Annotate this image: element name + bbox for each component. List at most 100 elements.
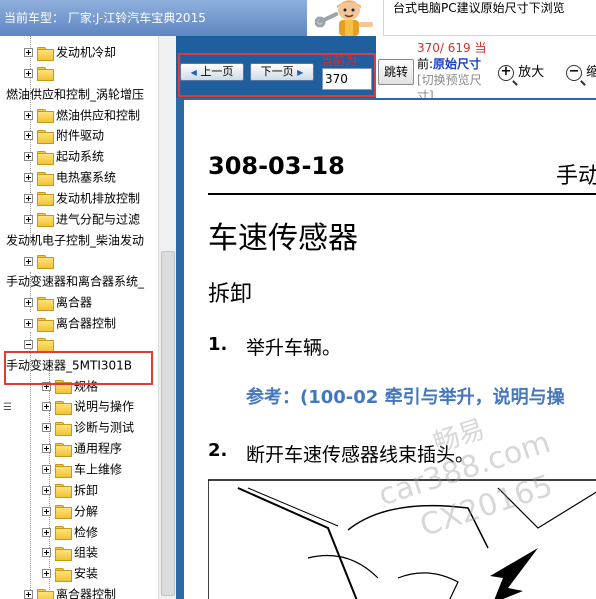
tree-item[interactable]: 离合器控制	[24, 313, 116, 333]
tree-item[interactable]: 手动变速器和离合器系统_	[6, 271, 144, 291]
step-2-text: 断开车速传感器线束插头。	[246, 444, 475, 466]
folder-icon	[37, 296, 54, 311]
folder-icon	[37, 255, 54, 269]
expand-icon[interactable]	[42, 465, 51, 474]
tree-item[interactable]: 离合器	[24, 292, 92, 312]
view-mode-prefix: 前:	[417, 57, 434, 71]
tree-item[interactable]: 通用程序	[42, 438, 122, 458]
tree-item-label: 车上维修	[74, 462, 123, 477]
tree-item[interactable]: 进气分配与过滤	[24, 209, 140, 229]
expand-icon[interactable]	[24, 214, 33, 224]
zoom-in-label: 放大	[518, 65, 545, 80]
tree-item[interactable]: 诊断与测试	[42, 417, 134, 437]
tree-item-label: 分解	[74, 504, 99, 519]
tree-item[interactable]: 电热塞系统	[24, 167, 116, 187]
tree-item[interactable]: 燃油供应和控制	[24, 105, 140, 125]
expand-icon[interactable]	[24, 298, 33, 308]
folder-icon	[37, 67, 54, 82]
expand-icon[interactable]	[42, 527, 51, 537]
expand-icon[interactable]	[24, 110, 33, 120]
tree-item[interactable]: 附件驱动	[24, 125, 104, 145]
expand-icon[interactable]	[42, 402, 51, 412]
tree-item[interactable]: 起动系统	[24, 146, 104, 166]
tree-item[interactable]: 燃油供应和控制_涡轮增压	[6, 84, 144, 104]
tree-item-label: 检修	[74, 525, 99, 540]
reference-text: 参考：(100-02 牵引与举升，说明与操	[246, 387, 565, 408]
top-banner: 台式电脑PC建议原始尺寸下浏览	[307, 0, 596, 36]
expand-icon[interactable]	[42, 444, 51, 454]
folder-icon	[55, 400, 72, 415]
header-rule	[208, 193, 596, 195]
tree-item[interactable]: 拆卸	[42, 480, 98, 500]
folder-icon	[55, 421, 72, 436]
tree-item[interactable]: 离合器控制	[24, 584, 116, 599]
folder-icon	[55, 526, 72, 541]
tree-item[interactable]: 车上维修	[42, 459, 122, 479]
tree-item-label: 附件驱动	[56, 128, 105, 143]
tree-item-label: 手动变速器和离合器系统_	[6, 274, 145, 289]
folder-icon	[55, 505, 72, 520]
tree-item-label: 发动机冷却	[56, 45, 117, 60]
folder-icon	[37, 46, 54, 61]
tree-item-label: 离合器	[56, 295, 93, 310]
page-title: 车速传感器	[208, 221, 358, 256]
tree-scrollbar[interactable]	[158, 36, 176, 599]
folder-icon	[55, 567, 72, 582]
tree-item-label: 说明与操作	[74, 399, 135, 414]
page-code: 308-03-18	[208, 152, 345, 180]
page-count: 370/ 619 当	[417, 41, 487, 55]
folder-icon	[55, 546, 72, 561]
view-mode-value: 原始尺寸	[433, 57, 482, 71]
zoom-in-button[interactable]: + 放大	[498, 62, 544, 84]
tree-item[interactable]: 发动机冷却	[24, 42, 116, 62]
expand-icon[interactable]	[24, 48, 33, 57]
expand-icon[interactable]	[24, 319, 33, 329]
tree-item[interactable]	[24, 63, 56, 83]
folder-icon	[37, 129, 54, 144]
folder-icon	[55, 484, 72, 499]
tree-item[interactable]: 说明与操作	[42, 396, 134, 416]
expand-icon[interactable]	[42, 548, 51, 558]
zoom-out-button[interactable]: − 缩	[566, 62, 596, 84]
tree-item[interactable]	[24, 251, 56, 271]
sensor-illustration	[208, 479, 596, 599]
tree-item-label: 起动系统	[56, 149, 105, 164]
expand-icon[interactable]	[24, 152, 33, 162]
zoom-in-icon: +	[498, 64, 514, 81]
expand-icon[interactable]	[24, 256, 33, 266]
expand-icon[interactable]	[42, 569, 51, 579]
tree-item-label: 离合器控制	[56, 587, 117, 599]
expand-icon[interactable]	[24, 590, 33, 599]
tree-item[interactable]: 组装	[42, 542, 98, 562]
tree-item[interactable]: 发动机电子控制_柴油发动	[6, 230, 144, 250]
folder-icon	[37, 192, 54, 207]
tree-item[interactable]: 分解	[42, 501, 98, 521]
jump-button[interactable]: 跳转	[378, 59, 414, 85]
collapse-icon[interactable]	[24, 339, 33, 349]
expand-icon[interactable]	[24, 131, 33, 141]
folder-icon	[37, 317, 54, 332]
zoom-out-icon: −	[566, 64, 582, 81]
expand-icon[interactable]	[42, 485, 51, 495]
nav-highlight-frame	[178, 53, 376, 97]
tree-item-label: 电热塞系统	[56, 170, 117, 185]
folder-icon	[37, 150, 54, 165]
expand-icon[interactable]	[42, 506, 51, 516]
expand-icon[interactable]	[24, 173, 33, 183]
expand-icon[interactable]	[42, 423, 51, 433]
tree-item-label: 燃油供应和控制	[56, 108, 141, 123]
tree-item-label: 诊断与测试	[74, 420, 135, 435]
folder-icon	[37, 588, 54, 599]
folder-icon	[37, 213, 54, 228]
expand-icon[interactable]	[24, 193, 33, 203]
tree-item[interactable]: 安装	[42, 563, 98, 583]
tree-item-label: 离合器控制	[56, 316, 117, 331]
tree-item[interactable]: 发动机排放控制	[24, 188, 140, 208]
tree-item[interactable]: 检修	[42, 522, 98, 542]
expand-icon[interactable]	[24, 68, 33, 78]
tree-item-label: 通用程序	[74, 441, 123, 456]
tree-scrollbar-thumb[interactable]	[161, 251, 175, 596]
section-name: 手动	[556, 164, 596, 189]
tree-item-label: 燃油供应和控制_涡轮增压	[6, 87, 145, 102]
category-tree[interactable]: 发动机冷却燃油供应和控制_涡轮增压燃油供应和控制 附件驱动起动系统电热塞系统发动机…	[0, 36, 158, 599]
